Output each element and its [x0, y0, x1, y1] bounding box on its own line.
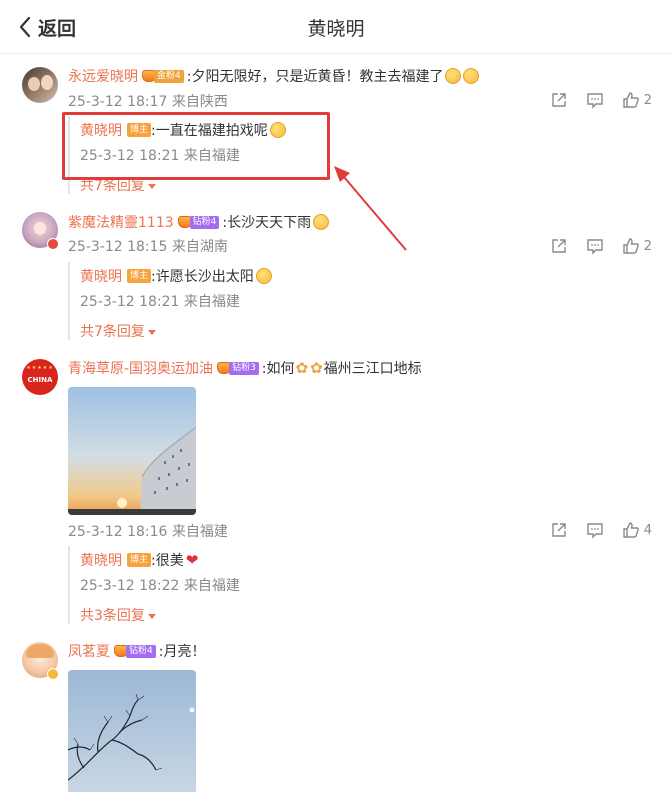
like-button[interactable]: 4	[622, 521, 652, 539]
reply-time: 25-3-12 18:21 来自福建	[80, 294, 240, 310]
reply-username[interactable]: 黄晓明	[80, 550, 122, 570]
comment-meta: 25-3-12 18:17 来自陕西	[68, 94, 228, 110]
comment-button[interactable]	[586, 91, 604, 109]
share-button[interactable]	[550, 237, 568, 255]
reply-box: 黄晓明 博主 :很美 ❤ 25-3-12 18:22 来自福建 共3条回复	[68, 546, 240, 624]
comment-text: :夕阳无限好，只是近黄昏！教主去福建了	[186, 69, 444, 85]
more-replies-link[interactable]: 共7条回复	[80, 321, 156, 341]
share-icon	[552, 523, 566, 537]
flower-emoji-icon: ✿	[295, 359, 309, 377]
comment-meta: 25-3-12 18:15 来自湖南	[68, 239, 228, 255]
author-tag: 博主	[127, 269, 152, 283]
smile-emoji-icon	[255, 268, 272, 284]
comment-username[interactable]: 紫魔法精靈1113	[68, 212, 174, 232]
comment-button[interactable]	[586, 521, 604, 539]
top-bar: 返回 黄晓明	[0, 0, 672, 54]
moon-branches-image	[68, 670, 196, 792]
share-icon	[552, 93, 566, 107]
comment-icon	[587, 93, 603, 109]
fan-badge[interactable]: 钻粉4	[177, 215, 220, 229]
fan-badge[interactable]: 钻粉3	[217, 361, 259, 375]
emoji-icon	[445, 68, 462, 84]
more-replies-link[interactable]: 共3条回复	[80, 605, 156, 625]
like-count: 2	[643, 238, 652, 254]
caret-down-icon	[147, 329, 156, 335]
author-tag: 博主	[127, 553, 152, 567]
thumbs-up-icon	[623, 92, 639, 108]
highlight-box	[62, 112, 330, 180]
share-button[interactable]	[550, 91, 568, 109]
comment-image[interactable]	[68, 387, 196, 515]
verified-badge	[47, 668, 59, 680]
comment-text: :长沙天天下雨	[222, 215, 312, 231]
thumbs-up-icon	[623, 238, 639, 254]
share-button[interactable]	[550, 521, 568, 539]
emoji-icon	[463, 68, 480, 84]
avatar[interactable]: ★★★★★ CHINA	[22, 359, 58, 395]
verified-badge	[47, 238, 59, 250]
share-icon	[552, 239, 566, 253]
comment-image[interactable]	[68, 670, 196, 792]
like-button[interactable]: 2	[622, 91, 652, 109]
reply-box: 黄晓明 博主 :许愿长沙出太阳 25-3-12 18:21 来自福建 共7条回复	[68, 262, 272, 340]
caret-down-icon	[147, 613, 156, 619]
caret-down-icon	[147, 183, 156, 189]
comment-text: :如何	[261, 361, 295, 377]
flower-emoji-icon: ✿	[310, 359, 323, 377]
sunset-building-image	[68, 387, 196, 515]
comment-text-tail: 福州三江口地标	[323, 361, 422, 377]
comment-username[interactable]: 青海草原-国羽奥运加油	[68, 358, 213, 378]
comment-icon	[587, 239, 603, 255]
avatar-label: CHINA	[27, 376, 53, 384]
reply-time: 25-3-12 18:22 来自福建	[80, 578, 240, 594]
fan-badge[interactable]: 钻粉4	[114, 644, 156, 658]
page-title: 黄晓明	[307, 18, 365, 40]
thumbs-up-icon	[623, 522, 639, 538]
crying-emoji-icon	[313, 214, 330, 230]
comment-username[interactable]: 永远爱晓明	[68, 66, 138, 86]
comment-text: :月亮！	[158, 644, 206, 660]
comment-username[interactable]: 凤茗夏	[68, 641, 110, 661]
reply-username[interactable]: 黄晓明	[80, 266, 122, 286]
star-row: ★★★★★	[26, 365, 54, 371]
avatar[interactable]	[22, 67, 58, 103]
comment-button[interactable]	[586, 237, 604, 255]
comment-icon	[587, 523, 603, 539]
reply-text: :很美	[151, 553, 184, 569]
fan-badge[interactable]: 金粉4	[142, 69, 184, 83]
like-count: 4	[643, 522, 652, 538]
heart-emoji-icon: ❤	[185, 551, 199, 569]
comment-meta: 25-3-12 18:16 来自福建	[68, 524, 228, 540]
reply-text: :许愿长沙出太阳	[151, 269, 254, 285]
like-count: 2	[643, 92, 652, 108]
like-button[interactable]: 2	[622, 237, 652, 255]
